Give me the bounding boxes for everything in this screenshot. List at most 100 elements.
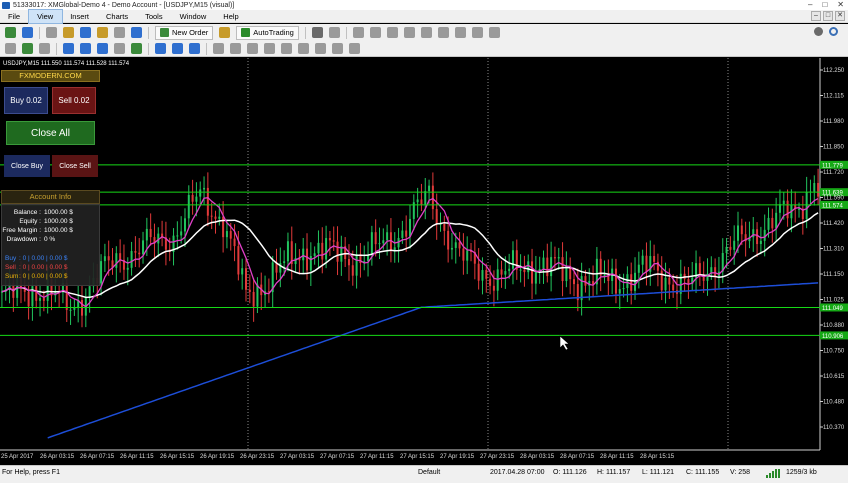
- line-chart-icon[interactable]: [39, 43, 50, 54]
- arrows-icon[interactable]: [488, 27, 500, 38]
- candle-body: [519, 269, 522, 271]
- period-m30-icon[interactable]: [264, 43, 275, 54]
- navigator-icon[interactable]: [80, 27, 91, 38]
- horizontal-line-icon[interactable]: [369, 27, 381, 38]
- candle-body: [550, 257, 553, 277]
- candle-body: [786, 200, 789, 219]
- autotrading-button[interactable]: AutoTrading: [236, 25, 299, 40]
- data-window-icon[interactable]: [63, 27, 74, 38]
- period-h4-icon[interactable]: [298, 43, 309, 54]
- menu-charts[interactable]: Charts: [98, 10, 137, 23]
- charts-toolbar: [0, 41, 848, 57]
- gear-icon[interactable]: [814, 27, 823, 36]
- tester-icon[interactable]: [114, 27, 125, 38]
- bar-volume: V: 258: [730, 469, 750, 476]
- trendline-icon[interactable]: [386, 27, 398, 38]
- close-all-button[interactable]: Close All: [6, 121, 95, 145]
- close-sell-button[interactable]: Close Sell: [52, 155, 98, 177]
- channel-icon[interactable]: [403, 27, 415, 38]
- maximize-button[interactable]: □: [822, 0, 827, 10]
- symbol-info: USDJPY,M15 111.550 111.574 111.528 111.5…: [3, 61, 130, 67]
- candle-body: [420, 199, 423, 205]
- periods-icon[interactable]: [172, 43, 183, 54]
- price-tick-label: 111.420: [823, 221, 844, 227]
- menu-window[interactable]: Window: [172, 10, 216, 23]
- menu-help[interactable]: Help: [215, 10, 247, 23]
- bar-chart-icon[interactable]: [5, 43, 16, 54]
- close-buy-button[interactable]: Close Buy: [4, 155, 50, 177]
- chart-shift-icon[interactable]: [131, 43, 142, 54]
- candle-body: [714, 267, 717, 277]
- new-chart-icon[interactable]: [5, 27, 16, 38]
- level-label-2: 111.574: [822, 203, 843, 209]
- price-chart[interactable]: 111.779 111.639 111.574 111.049 110.906 112.2…: [0, 58, 848, 463]
- period-mn-icon[interactable]: [349, 43, 360, 54]
- period-m1-icon[interactable]: [213, 43, 224, 54]
- menu-insert[interactable]: Insert: [62, 10, 98, 23]
- account-info-box: Balance :1000.00 $ Equity :1000.00 $ Fre…: [1, 204, 100, 286]
- menu-tools[interactable]: Tools: [137, 10, 172, 23]
- period-h1-icon[interactable]: [281, 43, 292, 54]
- candle-body: [584, 276, 587, 286]
- candle-body: [347, 259, 350, 266]
- candle-body: [401, 230, 404, 238]
- text-icon[interactable]: [437, 27, 449, 38]
- candle-body: [542, 257, 545, 270]
- time-tick-label: 28 Apr 11:15: [600, 454, 634, 460]
- zoom-out-icon[interactable]: [80, 43, 91, 54]
- candle-body: [481, 270, 484, 281]
- zoom-in-icon[interactable]: [63, 43, 74, 54]
- mdi-close-button[interactable]: ✕: [835, 11, 845, 21]
- terminal-icon[interactable]: [97, 27, 108, 38]
- mdi-restore-button[interactable]: □: [823, 11, 833, 21]
- candle-body: [759, 240, 762, 245]
- candlestick-icon[interactable]: [22, 43, 33, 54]
- close-window-button[interactable]: ✕: [837, 0, 844, 10]
- profiles-icon[interactable]: [22, 27, 33, 38]
- candle-body: [489, 278, 492, 286]
- indicators-icon[interactable]: [155, 43, 166, 54]
- window-title: 51333017: XMGlobal-Demo 4 - Demo Account…: [13, 1, 235, 9]
- time-tick-label: 27 Apr 23:15: [480, 454, 515, 460]
- zoom-icon[interactable]: [131, 27, 142, 38]
- shapes-icon[interactable]: [471, 27, 483, 38]
- menu-file[interactable]: File: [0, 10, 29, 23]
- new-order-button[interactable]: New Order: [155, 25, 214, 40]
- buy-button[interactable]: Buy 0.02: [4, 87, 48, 114]
- candle-body: [428, 185, 431, 192]
- minimize-button[interactable]: –: [808, 0, 812, 10]
- candle-body: [424, 191, 427, 205]
- candle-body: [523, 269, 526, 273]
- chart-canvas[interactable]: 111.779111.639111.574111.049110.906112.2…: [0, 58, 848, 463]
- market-watch-icon[interactable]: [46, 27, 57, 38]
- period-d1-icon[interactable]: [315, 43, 326, 54]
- autoscroll-icon[interactable]: [114, 43, 125, 54]
- bar-low: L: 111.121: [642, 469, 675, 476]
- period-w1-icon[interactable]: [332, 43, 343, 54]
- candle-body: [374, 232, 377, 245]
- templates-icon[interactable]: [189, 43, 200, 54]
- label-icon[interactable]: [454, 27, 466, 38]
- search-icon[interactable]: [829, 27, 838, 36]
- sell-button[interactable]: Sell 0.02: [52, 87, 96, 114]
- time-tick-label: 27 Apr 07:15: [320, 454, 355, 460]
- menu-view[interactable]: View: [28, 8, 64, 24]
- candle-body: [496, 269, 499, 291]
- candle-body: [382, 240, 385, 244]
- candle-body: [756, 229, 759, 245]
- tile-windows-icon[interactable]: [97, 43, 108, 54]
- cursor-icon[interactable]: [311, 27, 323, 38]
- crosshair-icon[interactable]: [328, 27, 340, 38]
- fibonacci-icon[interactable]: [420, 27, 432, 38]
- candle-body: [477, 263, 480, 281]
- metaeditor-icon[interactable]: [219, 27, 231, 38]
- price-tick-label: 111.590: [823, 196, 844, 202]
- vertical-line-icon[interactable]: [352, 27, 364, 38]
- period-m15-icon[interactable]: [247, 43, 258, 54]
- candle-body: [817, 183, 820, 197]
- candle-body: [42, 298, 45, 301]
- candle-body: [573, 279, 575, 285]
- candle-body: [187, 194, 190, 219]
- mdi-minimize-button[interactable]: –: [811, 11, 821, 21]
- period-m5-icon[interactable]: [230, 43, 241, 54]
